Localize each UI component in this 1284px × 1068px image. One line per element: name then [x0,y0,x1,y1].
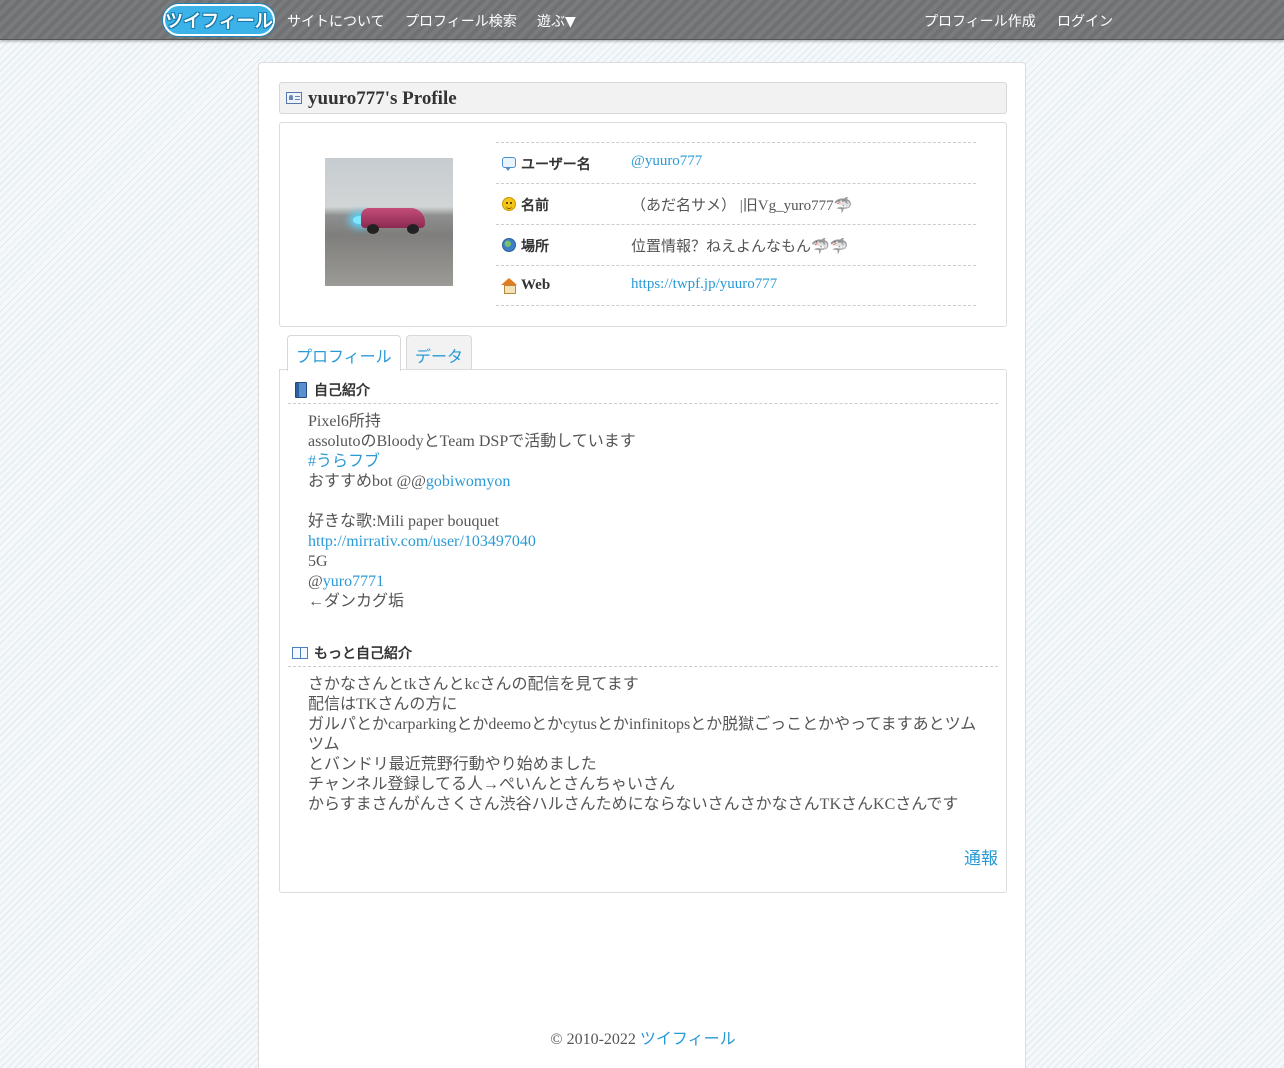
profile-info-table: ユーザー名 @yuuro777 名前 （あだ名サメ） |旧Vg_yuro777🦈… [496,142,976,306]
intro-line: 好きな歌:Mili paper bouquet [308,513,500,530]
open-book-icon [292,647,308,659]
more-line: さかなさんとtkさんとkcさんの配信を見てます [308,676,639,693]
profile-info-box: ユーザー名 @yuuro777 名前 （あだ名サメ） |旧Vg_yuro777🦈… [279,122,1007,327]
username-link[interactable]: @yuuro777 [631,153,702,170]
mention-link-gobiwomyon[interactable]: gobiwomyon [426,473,510,490]
name-value: （あだ名サメ） |旧Vg_yuro777🦈 [631,198,853,214]
recommend-text: おすすめbot @@ [308,473,426,490]
intro-line: @yuro7771 [308,572,988,592]
mention-link-yuro7771[interactable]: yuro7771 [323,573,384,590]
nav-play-dropdown[interactable]: 遊ぶ▼ [537,11,576,31]
nav-search-link[interactable]: プロフィール検索 [405,11,517,31]
web-label: Web [521,277,551,293]
globe-icon [502,238,516,252]
profile-content-box: 自己紹介 Pixel6所持 assolutoのBloodyとTeam DSPで活… [279,369,1007,893]
top-navbar: ツイフィール サイトについて プロフィール検索 遊ぶ▼ プロフィール作成 ログイ… [0,0,1284,40]
intro-text: Pixel6所持 assolutoのBloodyとTeam DSPで活動していま… [308,412,988,612]
name-label: 名前 [521,198,549,214]
intro-line: ←ダンカグ垢 [308,593,405,610]
page-title: yuuro777's Profile [308,88,457,109]
tab-profile[interactable]: プロフィール [287,335,401,371]
more-intro-text: さかなさんとtkさんとkcさんの配信を見てます 配信はTKさんの方に ガルパとか… [308,675,988,815]
info-row-location: 場所 位置情報？ねえよんなもん🦈🦈 [496,224,976,265]
intro-title: 自己紹介 [314,383,370,399]
nav-login-link[interactable]: ログイン [1057,11,1113,31]
more-line: 配信はTKさんの方に [308,696,458,713]
more-intro-title: もっと自己紹介 [314,646,412,662]
at-sign-text: @ [308,573,323,590]
id-card-icon [286,92,302,104]
info-row-web: Web https://twpf.jp/yuuro777 [496,265,976,306]
more-intro-section-header: もっと自己紹介 [288,638,998,667]
nav-create-profile-link[interactable]: プロフィール作成 [924,11,1036,31]
info-row-username: ユーザー名 @yuuro777 [496,142,976,183]
copyright-text: © 2010-2022 [550,1031,640,1048]
report-link[interactable]: 通報 [964,844,998,869]
more-line: からすまさんがんさくさん渋谷ハルさんためにならないさんさかなさんTKさんKCさん… [308,796,959,813]
intro-line: 5G [308,553,328,570]
speech-bubble-icon [502,157,516,171]
location-label: 場所 [521,239,549,255]
profile-title-bar: yuuro777's Profile [279,82,1007,114]
home-icon [501,278,517,294]
footer-site-link[interactable]: ツイフィール [640,1031,736,1048]
info-row-name: 名前 （あだ名サメ） |旧Vg_yuro777🦈 [496,183,976,224]
username-label: ユーザー名 [521,157,591,173]
mirrativ-link[interactable]: http://mirrativ.com/user/103497040 [308,532,988,552]
book-icon [295,382,307,398]
tab-data[interactable]: データ [406,335,473,370]
intro-line: assolutoのBloodyとTeam DSPで活動しています [308,433,636,450]
nav-about-link[interactable]: サイトについて [287,11,385,31]
site-logo[interactable]: ツイフィール [163,4,275,36]
more-line: ガルパとかcarparkingとかdeemoとかcytusとかinfinitop… [308,716,977,753]
more-line: チャンネル登録してる人→ぺいんとさんちゃいさん [308,776,676,793]
main-container: yuuro777's Profile ユーザー名 @yuuro777 名前 （あ… [258,62,1026,1068]
footer: © 2010-2022 ツイフィール [259,1025,1027,1049]
more-line: とバンドリ最近荒野行動やり始めました [308,756,597,773]
avatar [325,158,453,286]
location-value: 位置情報？ねえよんなもん🦈🦈 [631,239,849,255]
smiley-icon [502,197,516,211]
intro-line: おすすめbot @@gobiwomyon [308,472,988,492]
hashtag-link[interactable]: #うらフブ [308,452,988,472]
web-link[interactable]: https://twpf.jp/yuuro777 [631,276,777,293]
intro-line: Pixel6所持 [308,413,381,430]
intro-section-header: 自己紹介 [288,375,998,404]
